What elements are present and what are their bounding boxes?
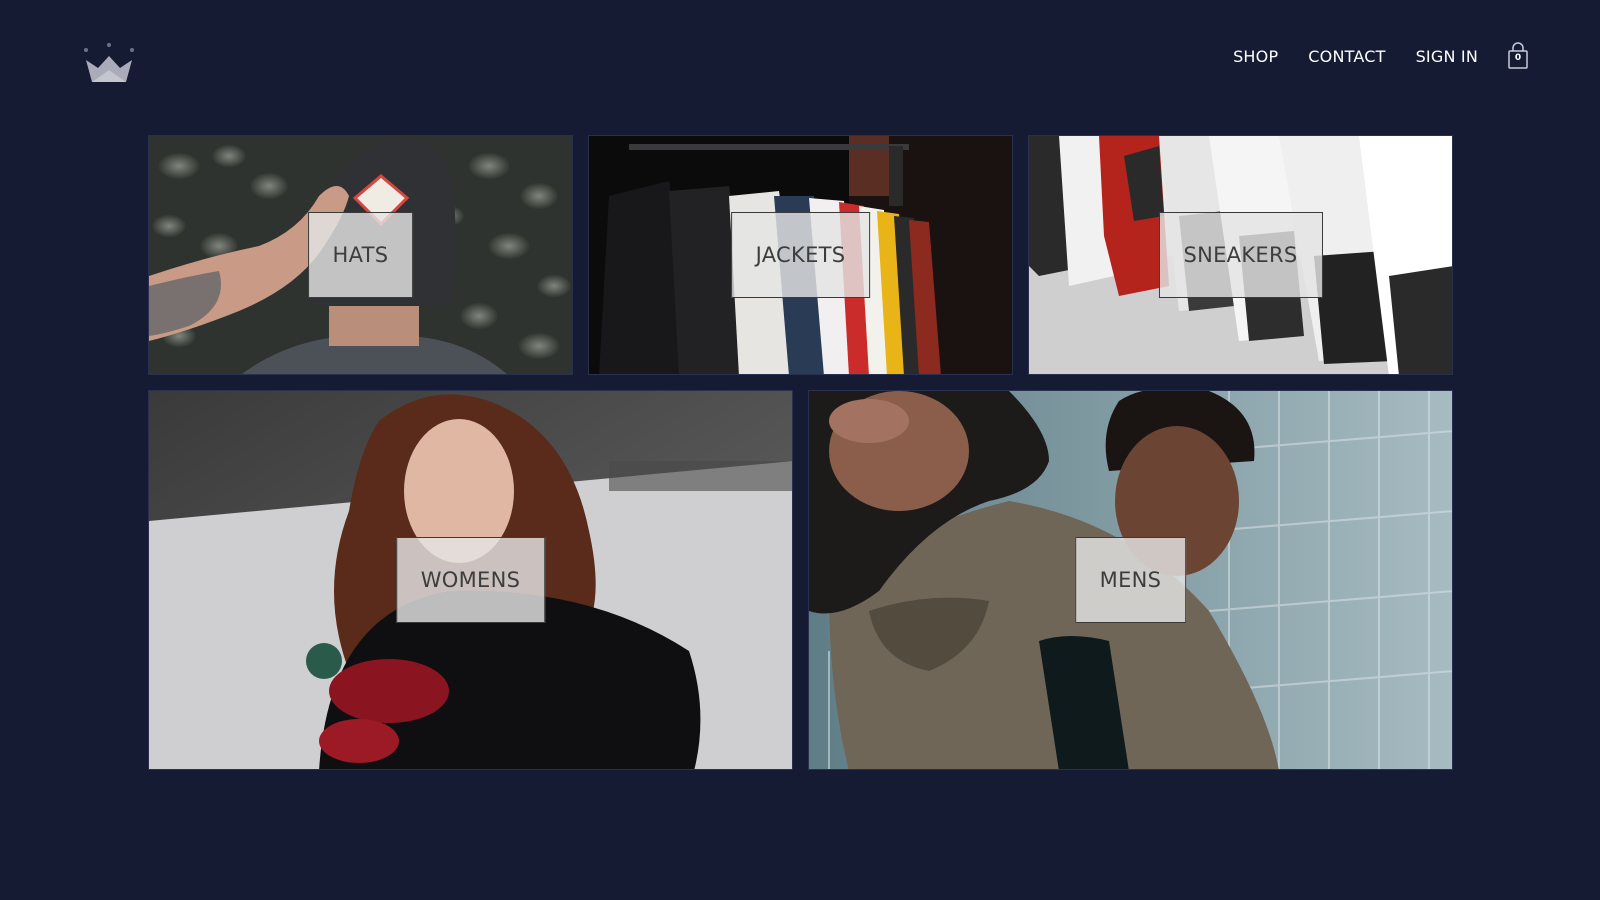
jackets-title: JACKETS <box>755 243 846 267</box>
nav-shop-link[interactable]: SHOP <box>1233 47 1278 66</box>
category-tile-hats[interactable]: HATS <box>148 135 573 375</box>
crown-logo-icon[interactable] <box>84 42 134 86</box>
womens-title: WOMENS <box>420 568 521 592</box>
homepage: SHOP CONTACT SIGN IN 0 HATS JACKETS SNEA… <box>0 0 1600 900</box>
mens-label-box: MENS <box>1074 537 1187 623</box>
sneakers-title: SNEAKERS <box>1183 243 1298 267</box>
hats-label-box: HATS <box>307 212 414 298</box>
mens-title: MENS <box>1099 568 1162 592</box>
hats-title: HATS <box>332 243 389 267</box>
nav-contact-link[interactable]: CONTACT <box>1308 47 1385 66</box>
category-tile-womens[interactable]: WOMENS <box>148 390 793 770</box>
main-nav: SHOP CONTACT SIGN IN 0 <box>1203 42 1530 70</box>
category-tile-mens[interactable]: MENS <box>808 390 1453 770</box>
jackets-label-box: JACKETS <box>730 212 871 298</box>
womens-label-box: WOMENS <box>395 537 546 623</box>
sneakers-label-box: SNEAKERS <box>1158 212 1323 298</box>
cart-button[interactable]: 0 <box>1506 42 1530 70</box>
category-tile-jackets[interactable]: JACKETS <box>588 135 1013 375</box>
category-tile-sneakers[interactable]: SNEAKERS <box>1028 135 1453 375</box>
nav-sign-in-link[interactable]: SIGN IN <box>1416 47 1478 66</box>
cart-count: 0 <box>1514 53 1522 63</box>
